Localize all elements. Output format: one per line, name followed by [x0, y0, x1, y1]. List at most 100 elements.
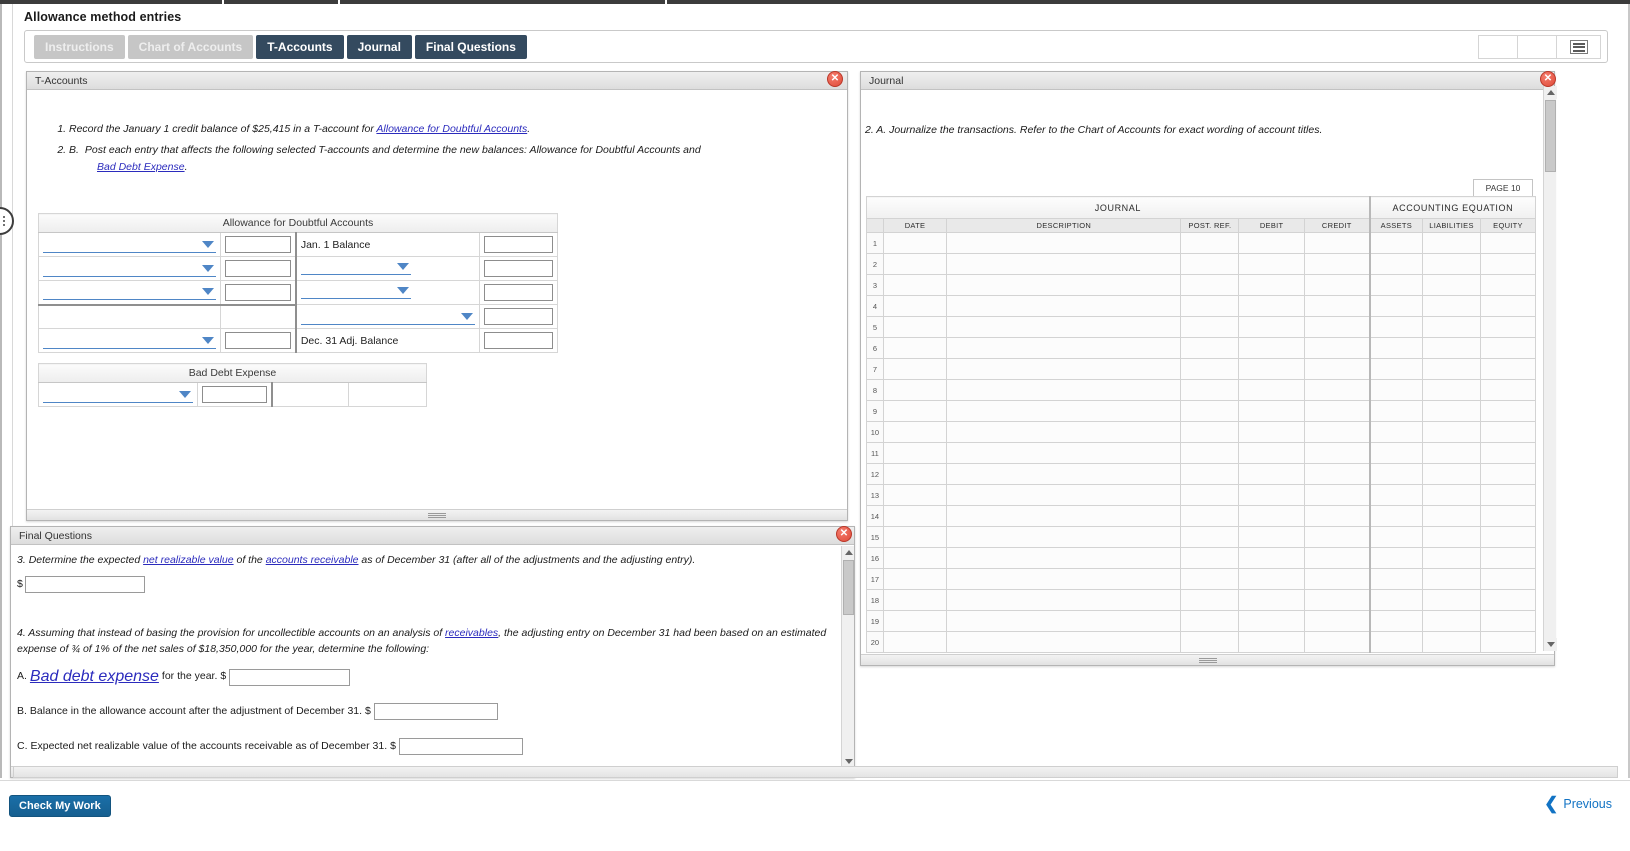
journal-cell-post-ref[interactable] [1180, 484, 1240, 506]
journal-cell-equity[interactable] [1480, 379, 1536, 401]
tab-final-questions[interactable]: Final Questions [414, 35, 527, 59]
journal-cell-debit[interactable] [1238, 316, 1305, 338]
journal-cell-date[interactable] [882, 526, 948, 548]
journal-cell-date[interactable] [882, 568, 948, 590]
journal-cell-post-ref[interactable] [1180, 337, 1240, 359]
journal-cell-debit[interactable] [1238, 253, 1305, 275]
journal-cell-credit[interactable] [1303, 547, 1371, 569]
journal-cell-date[interactable] [882, 610, 948, 632]
journal-cell-assets[interactable] [1368, 505, 1423, 527]
tab-instructions[interactable]: Instructions [34, 35, 125, 59]
journal-cell-credit[interactable] [1303, 274, 1371, 296]
link-receivables[interactable]: receivables [445, 627, 498, 639]
link-net-realizable-value[interactable]: net realizable value [143, 554, 233, 566]
journal-cell-liabilities[interactable] [1421, 400, 1482, 422]
journal-cell-description[interactable] [946, 295, 1182, 317]
journal-cell-debit[interactable] [1238, 232, 1305, 254]
journal-cell-assets[interactable] [1368, 337, 1423, 359]
journal-cell-credit[interactable] [1303, 358, 1371, 380]
journal-cell-post-ref[interactable] [1180, 526, 1240, 548]
journal-cell-equity[interactable] [1480, 463, 1536, 485]
journal-cell-assets[interactable] [1368, 253, 1423, 275]
journal-cell-assets[interactable] [1368, 547, 1423, 569]
debit-amount-input-1[interactable] [224, 236, 291, 253]
debit-account-dropdown-3[interactable] [43, 284, 216, 301]
journal-cell-assets[interactable] [1368, 589, 1423, 611]
debit-account-dropdown-2[interactable] [43, 261, 216, 277]
journal-scroll-thumb[interactable] [1545, 100, 1556, 172]
journal-cell-date[interactable] [882, 442, 948, 464]
journal-cell-equity[interactable] [1480, 400, 1536, 422]
journal-cell-debit[interactable] [1238, 274, 1305, 296]
journal-cell-equity[interactable] [1480, 358, 1536, 380]
journal-cell-description[interactable] [946, 358, 1182, 380]
journal-cell-credit[interactable] [1303, 505, 1371, 527]
credit-amount-input-4[interactable] [484, 308, 553, 325]
journal-cell-post-ref[interactable] [1180, 442, 1240, 464]
journal-cell-equity[interactable] [1480, 505, 1536, 527]
journal-cell-assets[interactable] [1368, 484, 1423, 506]
journal-cell-equity[interactable] [1480, 568, 1536, 590]
link-bad-debt-expense[interactable]: Bad Debt Expense [97, 161, 185, 173]
debit-amount-input-5[interactable] [224, 332, 291, 349]
journal-cell-post-ref[interactable] [1180, 547, 1240, 569]
journal-cell-post-ref[interactable] [1180, 316, 1240, 338]
journal-cell-debit[interactable] [1238, 337, 1305, 359]
q4a-answer-input[interactable] [229, 668, 351, 686]
journal-cell-equity[interactable] [1480, 295, 1536, 317]
journal-cell-assets[interactable] [1368, 295, 1423, 317]
link-allowance-for-doubtful-accounts[interactable]: Allowance for Doubtful Accounts [376, 123, 527, 135]
journal-cell-date[interactable] [882, 547, 948, 569]
journal-cell-liabilities[interactable] [1421, 232, 1482, 254]
journal-cell-date[interactable] [882, 484, 948, 506]
journal-cell-equity[interactable] [1480, 337, 1536, 359]
journal-cell-assets[interactable] [1368, 358, 1423, 380]
journal-cell-liabilities[interactable] [1421, 568, 1482, 590]
journal-cell-credit[interactable] [1303, 337, 1371, 359]
journal-cell-debit[interactable] [1238, 610, 1305, 632]
journal-cell-equity[interactable] [1480, 232, 1536, 254]
journal-cell-date[interactable] [882, 358, 948, 380]
toolbar-button-2[interactable] [1517, 35, 1557, 59]
journal-cell-date[interactable] [882, 400, 948, 422]
debit-amount-input-2[interactable] [224, 260, 291, 277]
journal-cell-post-ref[interactable] [1180, 379, 1240, 401]
journal-cell-description[interactable] [946, 421, 1182, 443]
journal-cell-description[interactable] [946, 400, 1182, 422]
journal-cell-credit[interactable] [1303, 442, 1371, 464]
journal-cell-equity[interactable] [1480, 631, 1536, 653]
journal-cell-assets[interactable] [1368, 400, 1423, 422]
journal-cell-liabilities[interactable] [1421, 295, 1482, 317]
journal-cell-debit[interactable] [1238, 400, 1305, 422]
t-accounts-resize-grip[interactable] [27, 509, 847, 520]
journal-cell-liabilities[interactable] [1421, 505, 1482, 527]
journal-cell-liabilities[interactable] [1421, 379, 1482, 401]
tab-journal[interactable]: Journal [346, 35, 412, 59]
journal-cell-credit[interactable] [1303, 631, 1371, 653]
journal-cell-description[interactable] [946, 547, 1182, 569]
journal-cell-post-ref[interactable] [1180, 589, 1240, 611]
journal-cell-description[interactable] [946, 589, 1182, 611]
journal-cell-equity[interactable] [1480, 589, 1536, 611]
journal-cell-description[interactable] [946, 379, 1182, 401]
journal-cell-assets[interactable] [1368, 526, 1423, 548]
journal-cell-debit[interactable] [1238, 295, 1305, 317]
journal-cell-date[interactable] [882, 631, 948, 653]
journal-cell-credit[interactable] [1303, 526, 1371, 548]
journal-cell-credit[interactable] [1303, 589, 1371, 611]
journal-cell-post-ref[interactable] [1180, 274, 1240, 296]
journal-cell-credit[interactable] [1303, 316, 1371, 338]
journal-cell-assets[interactable] [1368, 232, 1423, 254]
journal-cell-equity[interactable] [1480, 547, 1536, 569]
journal-cell-post-ref[interactable] [1180, 610, 1240, 632]
journal-cell-equity[interactable] [1480, 274, 1536, 296]
journal-cell-liabilities[interactable] [1421, 463, 1482, 485]
journal-cell-liabilities[interactable] [1421, 316, 1482, 338]
final-questions-scrollbar[interactable] [841, 546, 854, 768]
journal-cell-post-ref[interactable] [1180, 253, 1240, 275]
toolbar-button-1[interactable] [1478, 35, 1518, 59]
journal-cell-equity[interactable] [1480, 484, 1536, 506]
journal-cell-debit[interactable] [1238, 442, 1305, 464]
journal-cell-date[interactable] [882, 337, 948, 359]
journal-cell-assets[interactable] [1368, 631, 1423, 653]
